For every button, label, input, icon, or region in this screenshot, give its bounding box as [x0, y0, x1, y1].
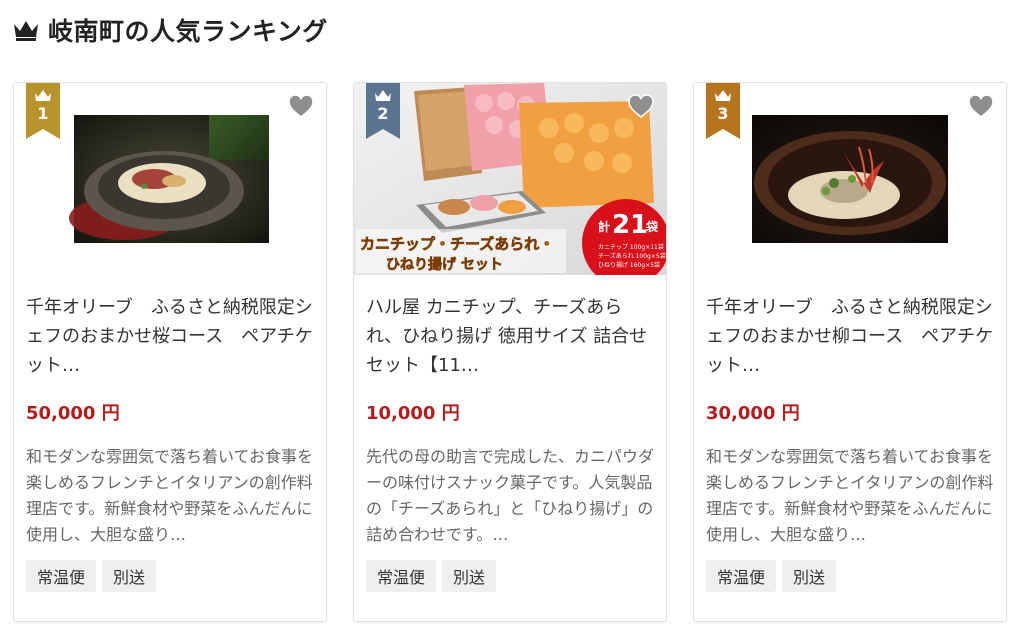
product-image[interactable] [14, 83, 326, 275]
rank-number: 2 [377, 104, 389, 123]
count-detail: ひねり揚げ 160g×5袋 [598, 261, 660, 269]
heart-icon[interactable] [966, 91, 996, 121]
tag-separate: 別送 [782, 560, 837, 592]
heart-icon[interactable] [626, 91, 656, 121]
count-number: 21 [612, 210, 648, 240]
tag-shipping: 常温便 [706, 560, 777, 592]
rank-number: 3 [717, 104, 729, 123]
tag-list: 常温便 別送 [706, 560, 837, 592]
product-description: 和モダンな雰囲気で落ち着いてお食事を楽しめるフレンチとイタリアンの創作料理店です… [706, 447, 994, 544]
tag-shipping: 常温便 [366, 560, 437, 592]
product-name[interactable]: 千年オリーブ ふるさと納税限定シェフのおまかせ桜コース ペアチケット… [26, 293, 318, 383]
product-card[interactable]: カニチップ・チーズあられ・ ひねり揚げ セット 計 21 袋 カニチップ 100… [353, 82, 667, 622]
product-price: 30,000 円 [706, 403, 800, 424]
banner-text-line2: ひねり揚げ セット [386, 256, 503, 273]
tag-list: 常温便 別送 [26, 560, 157, 592]
rank-badge: 2 [366, 83, 400, 139]
product-name[interactable]: 千年オリーブ ふるさと納税限定シェフのおまかせ柳コース ペアチケット… [706, 293, 998, 383]
rank-number: 1 [37, 104, 49, 123]
tag-separate: 別送 [442, 560, 497, 592]
product-description: 和モダンな雰囲気で落ち着いてお食事を楽しめるフレンチとイタリアンの創作料理店です… [26, 447, 314, 544]
product-card[interactable]: 1 千年オリーブ ふるさと納税限定シェフのおまかせ桜コース ペアチケット… 50… [13, 82, 327, 622]
rank-badge: 1 [26, 83, 60, 139]
rank-badge: 3 [706, 83, 740, 139]
count-detail: カニチップ 100g×11袋 [598, 243, 664, 251]
heart-icon[interactable] [286, 91, 316, 121]
tag-separate: 別送 [102, 560, 157, 592]
product-price: 50,000 円 [26, 403, 120, 424]
page-title: 岐南町の人気ランキング [48, 17, 328, 46]
banner-text-line1: カニチップ・チーズあられ・ [360, 235, 554, 253]
crown-icon [14, 21, 38, 41]
tag-shipping: 常温便 [26, 560, 97, 592]
ranking-header: 岐南町の人気ランキング [12, 10, 328, 50]
product-card[interactable]: 3 千年オリーブ ふるさと納税限定シェフのおまかせ柳コース ペアチケット… 30… [693, 82, 1007, 622]
count-detail: チーズあられ 100g×5袋 [598, 252, 666, 260]
tag-list: 常温便 別送 [366, 560, 497, 592]
product-description: 先代の母の助言で完成した、カニパウダーの味付けスナック菓子です。人気製品の「チー… [366, 447, 655, 544]
product-image[interactable]: カニチップ・チーズあられ・ ひねり揚げ セット 計 21 袋 カニチップ 100… [354, 83, 666, 275]
count-prefix: 計 [598, 219, 610, 234]
product-name[interactable]: ハル屋 カニチップ、チーズあられ、ひねり揚げ 徳用サイズ 詰合せセット【11… [366, 293, 658, 383]
product-image[interactable] [694, 83, 1006, 275]
product-price: 10,000 円 [366, 403, 460, 424]
count-suffix: 袋 [645, 219, 659, 234]
